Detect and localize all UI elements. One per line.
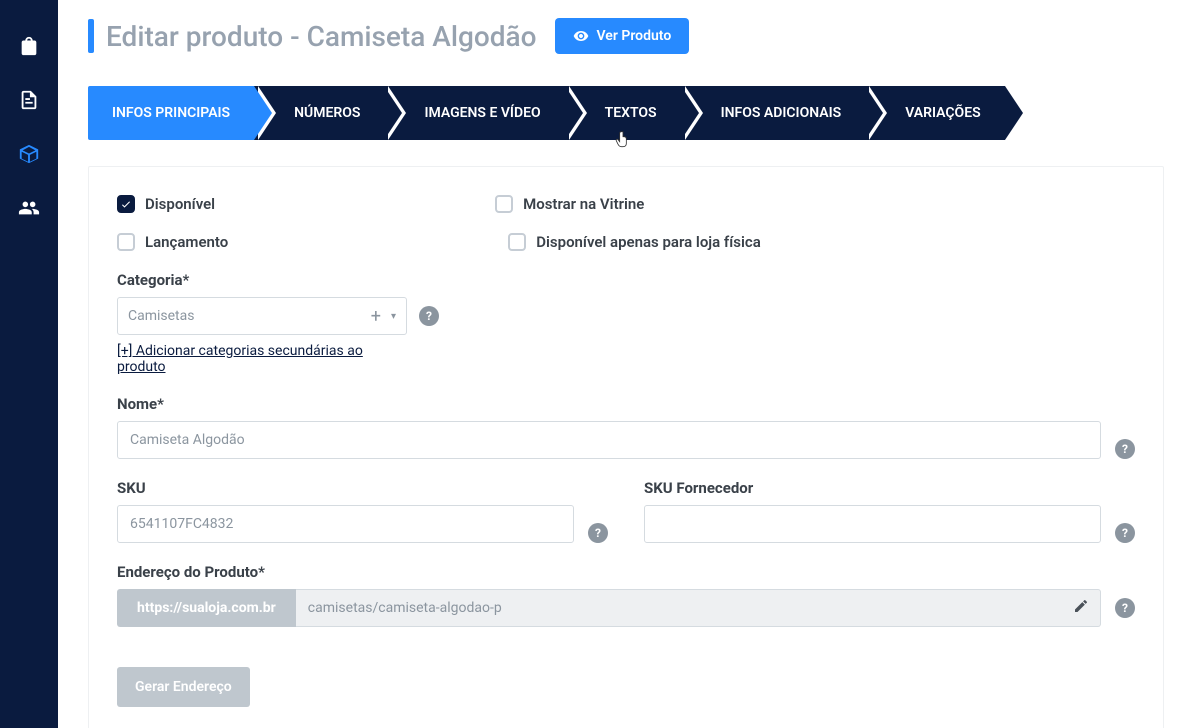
view-product-button[interactable]: Ver Produto — [555, 18, 690, 54]
checkbox-box — [117, 195, 135, 213]
field-sku-fornecedor: SKU Fornecedor ? — [644, 479, 1135, 543]
people-icon[interactable] — [17, 196, 41, 220]
pencil-icon[interactable] — [1073, 598, 1089, 618]
document-icon[interactable] — [17, 88, 41, 112]
sku-input[interactable] — [117, 505, 574, 543]
help-icon[interactable]: ? — [1115, 523, 1135, 543]
checkbox-box — [495, 195, 513, 213]
field-endereco: Endereço do Produto* https://sualoja.com… — [117, 563, 1135, 627]
help-icon[interactable]: ? — [1115, 439, 1135, 459]
page-title: Editar produto - Camiseta Algodão — [88, 19, 537, 53]
checkbox-label: Mostrar na Vitrine — [523, 195, 644, 213]
url-prefix: https://sualoja.com.br — [117, 589, 296, 627]
checkbox-row-1: Disponível Mostrar na Vitrine — [117, 195, 1135, 213]
add-secondary-categories-link[interactable]: [+] Adicionar categorias secundárias ao … — [117, 343, 407, 375]
checkbox-disponivel[interactable]: Disponível — [117, 195, 215, 213]
title-accent-bar — [88, 19, 94, 53]
field-categoria: Categoria* Camisetas + ▾ ? [+] Adicionar… — [117, 271, 1135, 375]
form-card: Disponível Mostrar na Vitrine Lançamento… — [88, 166, 1164, 728]
step-infos-adicionais[interactable]: INFOS ADICIONAIS — [681, 86, 866, 140]
steps-nav: INFOS PRINCIPAIS NÚMEROS IMAGENS E VÍDEO… — [88, 86, 1164, 140]
nome-label: Nome* — [117, 395, 1135, 413]
checkbox-label: Disponível — [145, 195, 215, 213]
categoria-label: Categoria* — [117, 271, 1135, 289]
page-title-text: Editar produto - Camiseta Algodão — [106, 20, 537, 53]
sku-fornecedor-label: SKU Fornecedor — [644, 479, 1135, 497]
checkbox-label: Disponível apenas para loja física — [536, 233, 761, 251]
chevron-down-icon[interactable]: ▾ — [391, 311, 396, 322]
eye-icon — [573, 28, 589, 44]
endereco-label: Endereço do Produto* — [117, 563, 1135, 581]
checkbox-vitrine[interactable]: Mostrar na Vitrine — [495, 195, 644, 213]
checkbox-label: Lançamento — [145, 233, 228, 251]
help-icon[interactable]: ? — [1115, 598, 1135, 618]
help-icon[interactable]: ? — [419, 306, 439, 326]
checkbox-row-2: Lançamento Disponível apenas para loja f… — [117, 233, 1135, 251]
endereco-input[interactable] — [296, 589, 1101, 627]
view-product-label: Ver Produto — [597, 28, 672, 44]
step-imagens-video[interactable]: IMAGENS E VÍDEO — [384, 86, 564, 140]
shopping-bag-icon[interactable] — [17, 34, 41, 58]
cursor-pointer-icon — [613, 130, 633, 154]
box-icon[interactable] — [17, 142, 41, 166]
page-header: Editar produto - Camiseta Algodão Ver Pr… — [88, 18, 1164, 54]
step-infos-principais[interactable]: INFOS PRINCIPAIS — [88, 86, 254, 140]
checkbox-lancamento[interactable]: Lançamento — [117, 233, 228, 251]
help-icon[interactable]: ? — [588, 523, 608, 543]
checkbox-box — [508, 233, 526, 251]
sku-label: SKU — [117, 479, 608, 497]
categoria-select[interactable]: Camisetas + ▾ — [117, 297, 407, 335]
checkbox-loja-fisica[interactable]: Disponível apenas para loja física — [508, 233, 761, 251]
plus-icon[interactable]: + — [371, 306, 381, 327]
gerar-endereco-button[interactable]: Gerar Endereço — [117, 667, 250, 707]
field-sku: SKU ? — [117, 479, 608, 543]
categoria-value: Camisetas — [128, 308, 194, 324]
sku-fornecedor-input[interactable] — [644, 505, 1101, 543]
nome-input[interactable] — [117, 421, 1101, 459]
sidebar — [0, 0, 58, 728]
field-nome: Nome* ? — [117, 395, 1135, 459]
main-content: Editar produto - Camiseta Algodão Ver Pr… — [58, 0, 1194, 728]
categoria-actions: + ▾ — [371, 306, 396, 327]
checkbox-box — [117, 233, 135, 251]
